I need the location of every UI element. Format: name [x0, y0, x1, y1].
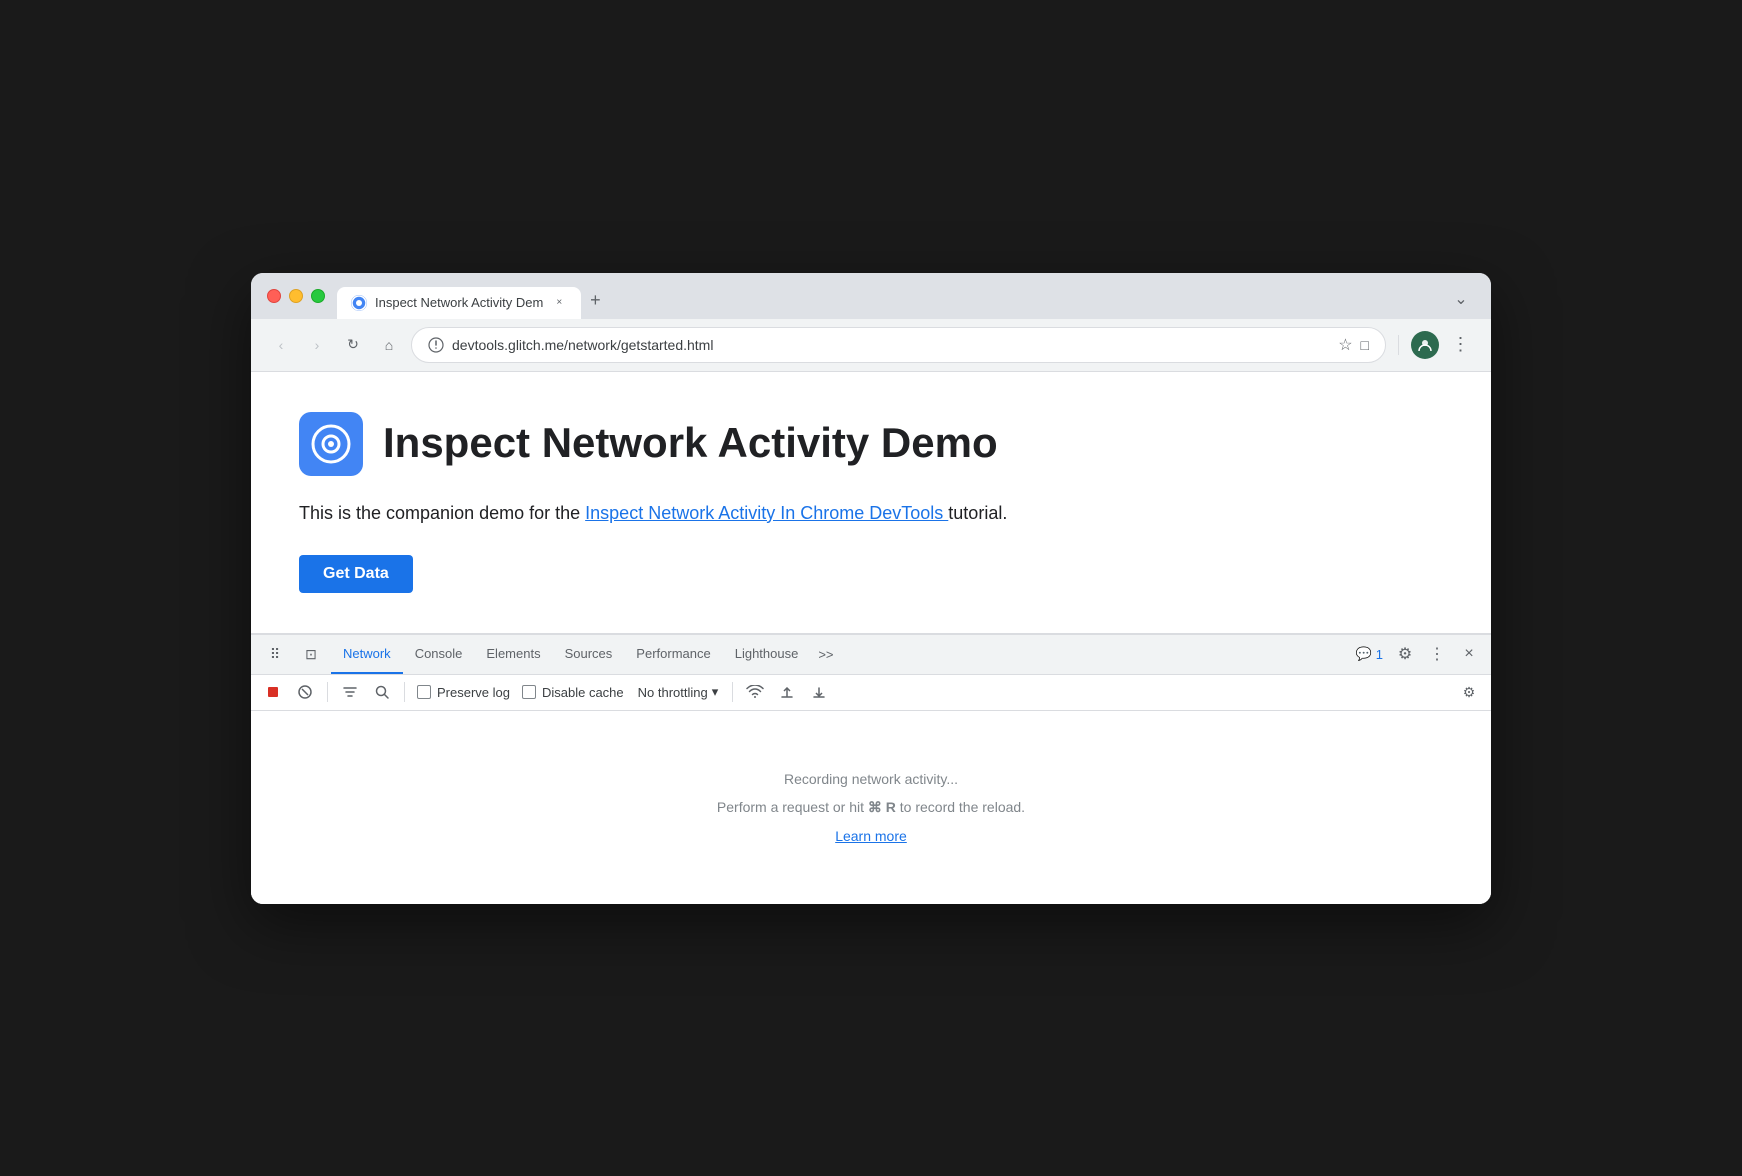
- home-button[interactable]: ⌂: [375, 331, 403, 359]
- forward-button[interactable]: ›: [303, 331, 331, 359]
- tab-close-button[interactable]: ×: [551, 295, 567, 311]
- tab-console[interactable]: Console: [403, 634, 475, 674]
- close-traffic-light[interactable]: [267, 289, 281, 303]
- title-bar: Inspect Network Activity Dem × + ⌄: [251, 273, 1491, 319]
- tab-performance[interactable]: Performance: [624, 634, 722, 674]
- tab-lighthouse[interactable]: Lighthouse: [723, 634, 811, 674]
- bookmark-icon[interactable]: ☆: [1338, 335, 1352, 355]
- download-har-button[interactable]: [805, 678, 833, 706]
- page-title: Inspect Network Activity Demo: [383, 418, 998, 468]
- new-tab-button[interactable]: +: [581, 287, 609, 315]
- wifi-button[interactable]: [741, 678, 769, 706]
- record-stop-button[interactable]: [259, 678, 287, 706]
- devtools-panel-selector[interactable]: ⠿: [259, 638, 291, 670]
- url-text: devtools.glitch.me/network/getstarted.ht…: [452, 337, 1330, 353]
- preserve-log-checkbox-box: [417, 685, 431, 699]
- throttle-dropdown-arrow: ▾: [712, 684, 719, 700]
- description-prefix: This is the companion demo for the: [299, 503, 585, 523]
- active-tab[interactable]: Inspect Network Activity Dem ×: [337, 287, 581, 319]
- nav-divider: [1398, 335, 1399, 355]
- toolbar-divider-1: [327, 682, 328, 702]
- console-badge-icon: 💬: [1356, 646, 1372, 662]
- traffic-lights: [267, 289, 325, 315]
- nav-bar: ‹ › ↻ ⌂ devtools.glitch.me/network/getst…: [251, 319, 1491, 372]
- address-bar[interactable]: devtools.glitch.me/network/getstarted.ht…: [411, 327, 1386, 363]
- disable-cache-checkbox[interactable]: Disable cache: [518, 685, 628, 700]
- profile-avatar[interactable]: [1411, 331, 1439, 359]
- preserve-log-checkbox[interactable]: Preserve log: [413, 685, 514, 700]
- description-suffix: tutorial.: [948, 503, 1007, 523]
- preserve-log-label: Preserve log: [437, 685, 510, 700]
- search-button[interactable]: [368, 678, 396, 706]
- devtools-close-button[interactable]: ×: [1455, 640, 1483, 668]
- tab-title: Inspect Network Activity Dem: [375, 295, 543, 310]
- disable-cache-label: Disable cache: [542, 685, 624, 700]
- throttle-label: No throttling: [638, 685, 708, 700]
- devtools-settings-button[interactable]: ⚙: [1391, 640, 1419, 668]
- tabs-area: Inspect Network Activity Dem × + ⌄: [337, 285, 1475, 319]
- reload-button[interactable]: ↻: [339, 331, 367, 359]
- hint-text: Perform a request or hit ⌘ R to record t…: [717, 799, 1025, 816]
- get-data-button[interactable]: Get Data: [299, 555, 413, 593]
- maximize-traffic-light[interactable]: [311, 289, 325, 303]
- tutorial-link[interactable]: Inspect Network Activity In Chrome DevTo…: [585, 503, 948, 523]
- devtools-kebab-button[interactable]: ⋮: [1423, 640, 1451, 668]
- page-content: Inspect Network Activity Demo This is th…: [251, 372, 1491, 634]
- disable-cache-checkbox-box: [522, 685, 536, 699]
- tab-sources[interactable]: Sources: [553, 634, 625, 674]
- learn-more-link[interactable]: Learn more: [835, 828, 907, 844]
- devtools-tab-bar: ⠿ ⊡ Network Console Elements Sources Per…: [251, 635, 1491, 675]
- devtools-panel: ⠿ ⊡ Network Console Elements Sources Per…: [251, 634, 1491, 904]
- toolbar-divider-2: [404, 682, 405, 702]
- clear-button[interactable]: [291, 678, 319, 706]
- page-logo: [299, 412, 363, 476]
- upload-har-button[interactable]: [773, 678, 801, 706]
- toolbar-divider-3: [732, 682, 733, 702]
- network-settings-button[interactable]: ⚙: [1455, 678, 1483, 706]
- minimize-traffic-light[interactable]: [289, 289, 303, 303]
- devtools-action-buttons: ⚙ ⋮ ×: [1391, 640, 1483, 668]
- devtools-device-toggle[interactable]: ⊡: [295, 638, 327, 670]
- tab-network[interactable]: Network: [331, 634, 403, 674]
- network-toolbar: Preserve log Disable cache No throttling…: [251, 675, 1491, 711]
- extensions-icon[interactable]: □: [1361, 337, 1369, 353]
- filter-button[interactable]: [336, 678, 364, 706]
- more-options-button[interactable]: ⋮: [1447, 331, 1475, 359]
- page-header: Inspect Network Activity Demo: [299, 412, 1443, 476]
- network-empty-state: Recording network activity... Perform a …: [251, 711, 1491, 904]
- tab-elements[interactable]: Elements: [474, 634, 552, 674]
- tab-list-chevron[interactable]: ⌄: [1447, 285, 1475, 313]
- throttle-dropdown[interactable]: No throttling ▾: [632, 680, 725, 704]
- security-icon: [428, 337, 444, 353]
- recording-text: Recording network activity...: [784, 771, 958, 787]
- page-description: This is the companion demo for the Inspe…: [299, 500, 1443, 527]
- tab-favicon: [351, 295, 367, 311]
- back-button[interactable]: ‹: [267, 331, 295, 359]
- browser-window: Inspect Network Activity Dem × + ⌄ ‹ › ↻…: [251, 273, 1491, 904]
- console-badge-count: 1: [1376, 647, 1383, 662]
- more-tabs-button[interactable]: >>: [810, 634, 841, 674]
- console-badge[interactable]: 💬 1: [1348, 642, 1391, 666]
